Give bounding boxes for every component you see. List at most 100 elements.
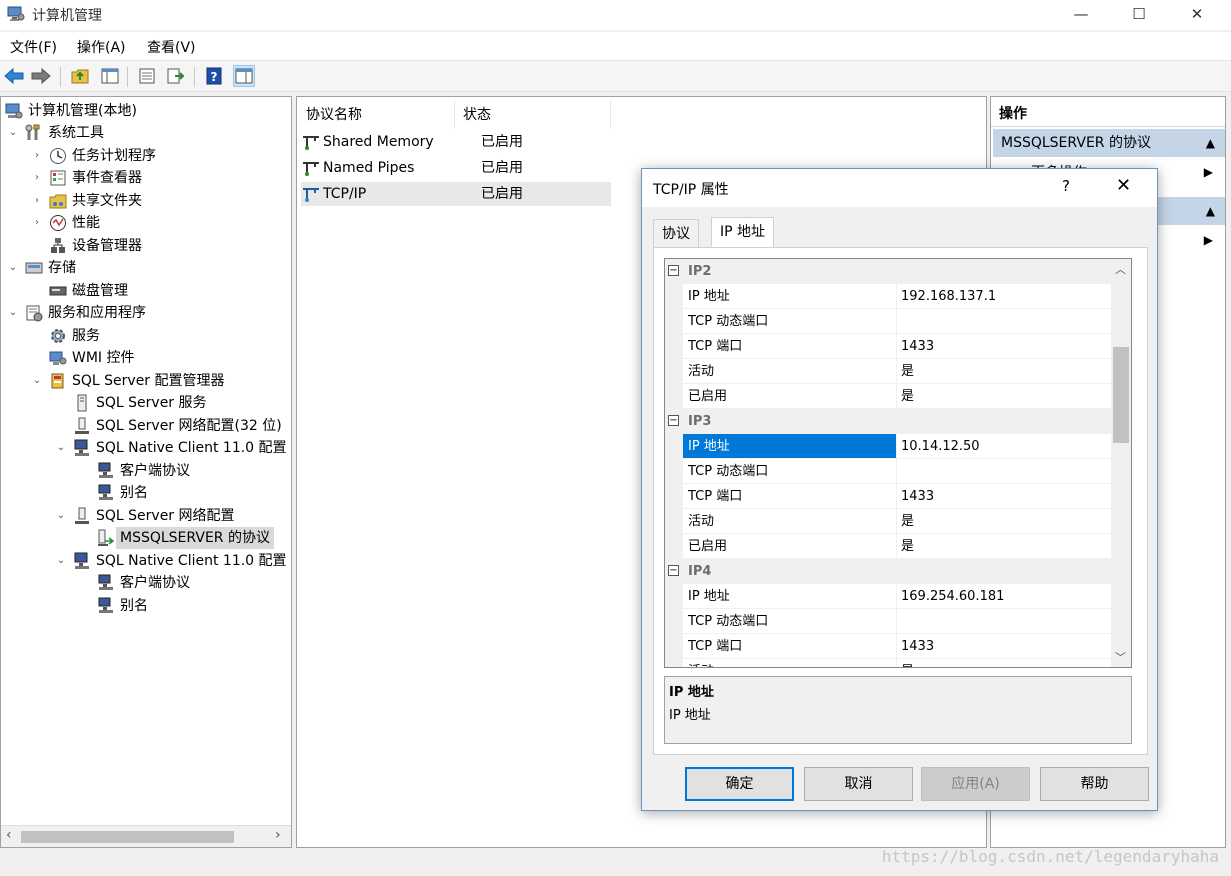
scroll-left-icon[interactable]: ‹ xyxy=(6,827,12,843)
property-row[interactable]: 活动 是 xyxy=(665,509,1111,534)
property-value[interactable] xyxy=(896,459,1111,484)
tab-ip-addresses[interactable]: IP 地址 xyxy=(711,217,775,247)
collapse-minus-icon[interactable]: − xyxy=(668,415,679,426)
list-row-tcp-ip[interactable]: TCP/IP 已启用 xyxy=(301,182,611,206)
property-row[interactable]: TCP 动态端口 xyxy=(665,309,1111,334)
list-row-shared-memory[interactable]: Shared Memory 已启用 xyxy=(301,130,611,154)
chevron-down-icon[interactable]: ⌄ xyxy=(7,302,19,324)
chevron-down-icon[interactable]: ⌄ xyxy=(55,550,67,572)
tree-item-computer-management[interactable]: 计算机管理(本地) xyxy=(5,100,137,122)
property-value[interactable]: 是 xyxy=(896,659,1111,667)
property-value[interactable] xyxy=(896,609,1111,634)
help-button[interactable]: 帮助 xyxy=(1040,767,1149,801)
chevron-right-icon[interactable]: › xyxy=(31,145,43,167)
help-toolbar-button[interactable]: ? xyxy=(203,65,225,87)
property-value[interactable]: 10.14.12.50 xyxy=(896,434,1111,459)
property-value[interactable] xyxy=(896,309,1111,334)
tree-item-mssqlserver-protocols[interactable]: MSSQLSERVER 的协议 xyxy=(97,527,274,549)
tree-item-device-manager[interactable]: 设备管理器 xyxy=(49,235,142,257)
property-value[interactable]: 169.254.60.181 xyxy=(896,584,1111,609)
property-row[interactable]: 已启用 是 xyxy=(665,534,1111,559)
property-row[interactable]: 已启用 是 xyxy=(665,384,1111,409)
up-folder-button[interactable] xyxy=(69,65,91,87)
scroll-down-icon[interactable]: ﹀ xyxy=(1115,649,1126,665)
column-divider[interactable] xyxy=(454,101,455,129)
tree-item-network-config[interactable]: ⌄ SQL Server 网络配置 xyxy=(55,505,235,527)
menu-file[interactable]: 文件(F) xyxy=(10,37,57,57)
group-ip3[interactable]: − IP3 xyxy=(665,409,1111,434)
scrollbar-thumb[interactable] xyxy=(1113,347,1129,443)
dialog-close-button[interactable]: ✕ xyxy=(1116,175,1131,196)
tree-item-event-viewer[interactable]: › 事件查看器 xyxy=(31,167,142,189)
scroll-up-icon[interactable]: ︿ xyxy=(1115,261,1126,277)
column-divider[interactable] xyxy=(610,101,611,129)
tree-item-wmi-control[interactable]: WMI 控件 xyxy=(49,347,135,369)
show-action-pane-button[interactable] xyxy=(233,65,255,87)
property-row-selected[interactable]: IP 地址 10.14.12.50 xyxy=(665,434,1111,459)
forward-button[interactable] xyxy=(30,65,52,87)
chevron-down-icon[interactable]: ⌄ xyxy=(31,370,43,392)
property-value[interactable]: 是 xyxy=(896,534,1111,559)
property-value[interactable]: 1433 xyxy=(896,334,1111,359)
chevron-down-icon[interactable]: ⌄ xyxy=(7,257,19,279)
property-value[interactable]: 是 xyxy=(896,384,1111,409)
collapse-minus-icon[interactable]: − xyxy=(668,565,679,576)
property-row[interactable]: TCP 端口 1433 xyxy=(665,334,1111,359)
ok-button[interactable]: 确定 xyxy=(685,767,794,801)
minimize-button[interactable]: — xyxy=(1052,0,1110,30)
tree-item-sql-config-manager[interactable]: ⌄ SQL Server 配置管理器 xyxy=(31,370,225,392)
tree-item-sql-server-services[interactable]: SQL Server 服务 xyxy=(73,392,207,414)
property-row[interactable]: TCP 动态端口 xyxy=(665,609,1111,634)
chevron-down-icon[interactable]: ⌄ xyxy=(55,505,67,527)
chevron-down-icon[interactable]: ⌄ xyxy=(7,122,19,144)
chevron-down-icon[interactable]: ⌄ xyxy=(55,437,67,459)
tree-item-performance[interactable]: › 性能 xyxy=(31,212,100,234)
property-value[interactable]: 1433 xyxy=(896,484,1111,509)
property-row[interactable]: TCP 动态端口 xyxy=(665,459,1111,484)
group-ip2[interactable]: − IP2 xyxy=(665,259,1111,284)
back-button[interactable] xyxy=(3,65,25,87)
scroll-right-icon[interactable]: › xyxy=(275,827,281,843)
tree-item-native-client-config[interactable]: ⌄ SQL Native Client 11.0 配置 xyxy=(55,550,287,572)
list-row-named-pipes[interactable]: Named Pipes 已启用 xyxy=(301,156,611,180)
menu-view[interactable]: 查看(V) xyxy=(147,37,196,57)
chevron-right-icon[interactable]: › xyxy=(31,167,43,189)
tree-item-native-client-config-32[interactable]: ⌄ SQL Native Client 11.0 配置 xyxy=(55,437,287,459)
show-hide-tree-button[interactable] xyxy=(99,65,121,87)
properties-button[interactable] xyxy=(136,65,158,87)
maximize-button[interactable]: ☐ xyxy=(1110,0,1168,30)
scrollbar-thumb[interactable] xyxy=(21,831,234,843)
column-header-protocol-name[interactable]: 协议名称 xyxy=(306,103,362,129)
column-header-status[interactable]: 状态 xyxy=(463,103,491,129)
grid-vertical-scrollbar[interactable]: ︿ ﹀ xyxy=(1111,259,1131,667)
dialog-help-button[interactable]: ? xyxy=(1062,177,1070,195)
property-row[interactable]: TCP 端口 1433 xyxy=(665,484,1111,509)
menu-action[interactable]: 操作(A) xyxy=(77,37,126,57)
property-row[interactable]: IP 地址 169.254.60.181 xyxy=(665,584,1111,609)
property-row[interactable]: 活动 是 xyxy=(665,659,1111,667)
collapse-minus-icon[interactable]: − xyxy=(668,265,679,276)
collapse-up-icon[interactable]: ▲ xyxy=(1206,129,1215,157)
property-row[interactable]: 活动 是 xyxy=(665,359,1111,384)
property-value[interactable]: 1433 xyxy=(896,634,1111,659)
property-value[interactable]: 是 xyxy=(896,509,1111,534)
tree-item-task-scheduler[interactable]: › 任务计划程序 xyxy=(31,145,156,167)
tab-protocol[interactable]: 协议 xyxy=(653,219,699,249)
actions-group-mssqlserver[interactable]: MSSQLSERVER 的协议 ▲ xyxy=(993,129,1225,157)
apply-button[interactable]: 应用(A) xyxy=(921,767,1030,801)
tree-item-aliases-1[interactable]: 别名 xyxy=(97,482,148,504)
chevron-right-icon[interactable]: › xyxy=(31,212,43,234)
property-row[interactable]: TCP 端口 1433 xyxy=(665,634,1111,659)
close-button[interactable]: ✕ xyxy=(1168,0,1226,30)
property-value[interactable]: 192.168.137.1 xyxy=(896,284,1111,309)
export-list-button[interactable] xyxy=(165,65,187,87)
tree-item-client-protocols-2[interactable]: 客户端协议 xyxy=(97,572,190,594)
tree-item-services[interactable]: 服务 xyxy=(49,325,100,347)
tree-item-disk-management[interactable]: 磁盘管理 xyxy=(49,280,128,302)
tree-item-client-protocols-1[interactable]: 客户端协议 xyxy=(97,460,190,482)
tree-item-aliases-2[interactable]: 别名 xyxy=(97,595,148,617)
property-value[interactable]: 是 xyxy=(896,359,1111,384)
tree-horizontal-scrollbar[interactable]: ‹ › xyxy=(1,825,291,847)
tree-item-shared-folders[interactable]: › 共享文件夹 xyxy=(31,190,142,212)
tree-item-system-tools[interactable]: ⌄ 系统工具 xyxy=(7,122,104,144)
